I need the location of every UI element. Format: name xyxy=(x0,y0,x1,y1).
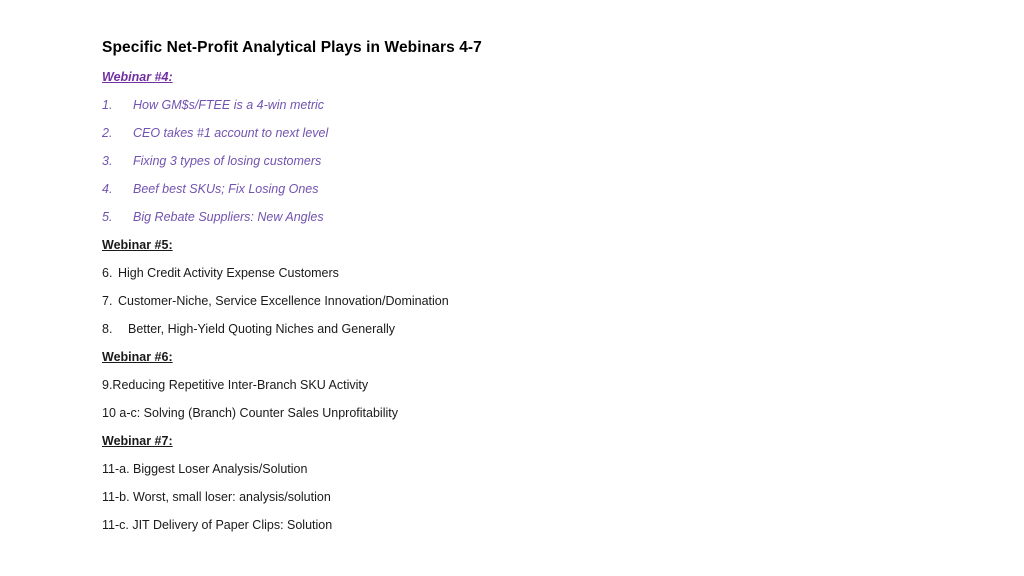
list-item-marker: 3. xyxy=(102,154,113,168)
slide-content: Specific Net-Profit Analytical Plays in … xyxy=(102,38,942,533)
slide-canvas: Specific Net-Profit Analytical Plays in … xyxy=(0,0,1024,576)
list-item-label: CEO takes #1 account to next level xyxy=(133,126,329,140)
list-item-marker: 6. xyxy=(102,266,113,280)
list-item-marker: 7. xyxy=(102,294,113,308)
section-heading-webinar-7: Webinar #7: xyxy=(102,434,173,448)
page-title: Specific Net-Profit Analytical Plays in … xyxy=(102,39,482,56)
section-heading-webinar-6: Webinar #6: xyxy=(102,350,173,364)
list-item: 11-b. Worst, small loser: analysis/solut… xyxy=(102,490,331,504)
section-heading-webinar-4: Webinar #4: xyxy=(102,70,173,84)
list-item: 2. CEO takes #1 account to next level xyxy=(102,125,942,141)
list-item: 10 a-c: Solving (Branch) Counter Sales U… xyxy=(102,406,398,420)
list-item: 8. Better, High-Yield Quoting Niches and… xyxy=(102,321,942,337)
list-item: 6. High Credit Activity Expense Customer… xyxy=(102,265,942,281)
list-item-label: Beef best SKUs; Fix Losing Ones xyxy=(133,182,319,196)
list-item-label: Better, High-Yield Quoting Niches and Ge… xyxy=(128,322,396,336)
list-item-marker: 5. xyxy=(102,210,113,224)
list-item: 11-c. JIT Delivery of Paper Clips: Solut… xyxy=(102,518,333,532)
list-item: 4. Beef best SKUs; Fix Losing Ones xyxy=(102,181,942,197)
list-item: 5. Big Rebate Suppliers: New Angles xyxy=(102,209,942,225)
list-item-label: High Credit Activity Expense Customers xyxy=(118,266,339,280)
list-item-marker: 8. xyxy=(102,322,113,336)
section-heading-webinar-5: Webinar #5: xyxy=(102,238,173,252)
list-item-marker: 4. xyxy=(102,182,113,196)
list-item-label: Fixing 3 types of losing customers xyxy=(133,154,322,168)
list-item: 7. Customer-Niche, Service Excellence In… xyxy=(102,293,942,309)
list-item-label: How GM$s/FTEE is a 4-win metric xyxy=(133,98,325,112)
list-item-label: Big Rebate Suppliers: New Angles xyxy=(133,210,324,224)
list-item: 1. How GM$s/FTEE is a 4-win metric xyxy=(102,97,942,113)
list-item: 11-a. Biggest Loser Analysis/Solution xyxy=(102,462,308,476)
list-item: 3. Fixing 3 types of losing customers xyxy=(102,153,942,169)
list-item-marker: 2. xyxy=(102,126,113,140)
list-item-label: Customer-Niche, Service Excellence Innov… xyxy=(118,294,449,308)
list-item: 9.Reducing Repetitive Inter-Branch SKU A… xyxy=(102,378,369,392)
list-item-marker: 1. xyxy=(102,98,113,112)
